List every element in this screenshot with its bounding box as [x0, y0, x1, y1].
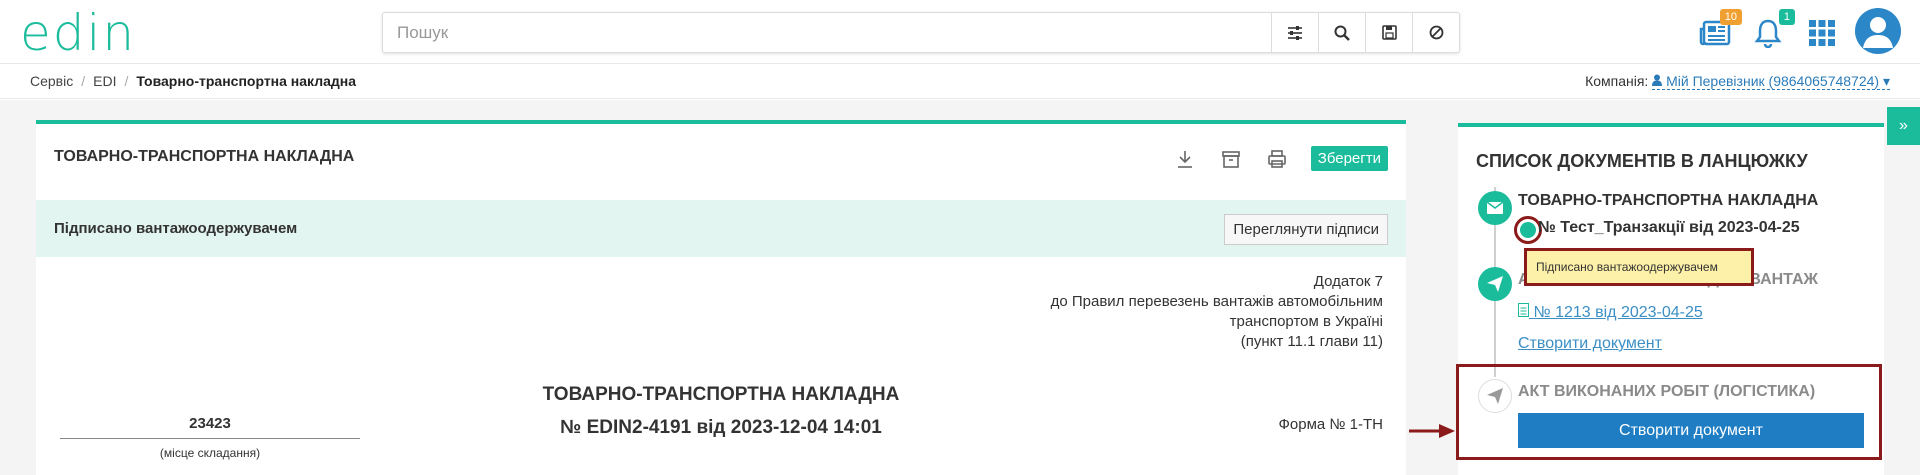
appendix-line: до Правил перевезень вантажів автомобіль…: [1050, 293, 1383, 310]
sliders-icon: [1288, 25, 1302, 40]
save-button[interactable]: Зберегти: [1310, 146, 1388, 171]
document-toolbar: Зберегти: [1173, 146, 1388, 171]
print-button[interactable]: [1265, 147, 1289, 171]
panel-title: ТОВАРНО-ТРАНСПОРТНА НАКЛАДНА: [54, 148, 355, 165]
breadcrumb-service[interactable]: Сервіс: [30, 73, 73, 89]
breadcrumb-current: Товарно-транспортна накладна: [136, 73, 357, 89]
chain-item-2-doc-link[interactable]: № 1213 від 2023-04-25: [1518, 303, 1703, 322]
company-name: Мій Перевізник (9864065748724): [1666, 73, 1880, 89]
breadcrumb: Сервіс / EDI / Товарно-транспортна накла…: [30, 73, 356, 89]
search-button[interactable]: [1318, 13, 1365, 52]
document-status: Підписано вантажоодержувачем: [54, 220, 298, 237]
user-small-icon: [1652, 74, 1663, 86]
notifications-count-badge: 1: [1778, 9, 1795, 25]
breadcrumb-separator: /: [124, 73, 129, 89]
search-icon: [1334, 25, 1350, 41]
paper-plane-icon: [1487, 276, 1503, 292]
breadcrumb-bar: Сервіс / EDI / Товарно-транспортна накла…: [0, 65, 1920, 99]
document-heading: ТОВАРНО-ТРАНСПОРТНА НАКЛАДНА № EDIN2-419…: [496, 378, 946, 444]
download-icon: [1177, 150, 1192, 168]
download-button[interactable]: [1173, 147, 1197, 171]
user-avatar[interactable]: [1855, 8, 1901, 54]
appendix-line: (пункт 11.1 глави 11): [1240, 333, 1383, 350]
view-signatures-button[interactable]: Переглянути підписи: [1224, 214, 1388, 245]
notifications-button[interactable]: 1: [1749, 9, 1795, 52]
appendix-note: Додаток 7 до Правил перевезень вантажів …: [1051, 272, 1383, 352]
collapse-sidebar-button[interactable]: »: [1887, 107, 1920, 145]
archive-button[interactable]: [1219, 147, 1243, 171]
chain-item-2-create-link[interactable]: Створити документ: [1518, 335, 1662, 353]
place-of-compilation-value: 23423: [60, 415, 360, 439]
bell-icon: [1754, 19, 1782, 48]
filter-settings-button[interactable]: [1271, 13, 1318, 52]
document-icon: [1518, 303, 1529, 317]
apps-button[interactable]: [1803, 14, 1841, 52]
grid-icon: [1809, 20, 1835, 46]
status-row: Підписано вантажоодержувачем Переглянути…: [36, 200, 1406, 257]
place-of-compilation-label: (місце складання): [159, 446, 261, 460]
status-tooltip: Підписано вантажоодержувачем: [1524, 248, 1754, 286]
company-dropdown[interactable]: Мій Перевізник (9864065748724) ▾: [1652, 73, 1890, 90]
form-number: Форма № 1-ТН: [1278, 416, 1383, 433]
breadcrumb-separator: /: [81, 73, 86, 89]
user-icon: [1863, 17, 1893, 48]
document-heading-title: ТОВАРНО-ТРАНСПОРТНА НАКЛАДНА: [542, 384, 900, 405]
print-icon: [1267, 149, 1286, 168]
document-panel: ТОВАРНО-ТРАНСПОРТНА НАКЛАДНА Зберегти Пі…: [36, 120, 1406, 475]
chain-panel-title: СПИСОК ДОКУМЕНТІВ В ЛАНЦЮЖКУ: [1476, 151, 1808, 171]
chain-item-2-marker: [1478, 267, 1512, 301]
highlight-box: [1456, 364, 1882, 460]
annotation-arrow-icon: [1409, 424, 1455, 438]
double-chevron-right-icon: »: [1899, 117, 1908, 134]
caret-down-icon: ▾: [1882, 73, 1890, 89]
save-search-button[interactable]: [1365, 13, 1412, 52]
edin-logo[interactable]: edin: [20, 8, 136, 58]
clear-search-button[interactable]: [1412, 13, 1459, 52]
ban-icon: [1429, 25, 1443, 40]
chain-item-2-doc-text: № 1213 від 2023-04-25: [1533, 304, 1703, 321]
archive-icon: [1221, 150, 1240, 168]
chain-item-1-doc[interactable]: № Тест_Транзакції від 2023-04-25: [1538, 219, 1800, 237]
company-label: Компанія:: [1585, 73, 1649, 89]
chain-item-1-marker: [1478, 191, 1512, 225]
search-input[interactable]: [383, 13, 1271, 52]
document-heading-number: № EDIN2-4191 від 2023-12-04 14:01: [560, 417, 882, 438]
top-bar: edin 10 1: [0, 0, 1920, 64]
news-count-badge: 10: [1719, 9, 1742, 25]
company-selector: Компанія: Мій Перевізник (9864065748724)…: [1585, 73, 1890, 90]
breadcrumb-edi[interactable]: EDI: [93, 73, 116, 89]
envelope-icon: [1487, 202, 1503, 214]
chain-item-1-title: ТОВАРНО-ТРАНСПОРТНА НАКЛАДНА: [1518, 192, 1819, 209]
news-button[interactable]: 10: [1696, 9, 1742, 52]
search-bar: [382, 12, 1460, 53]
appendix-line: Додаток 7: [1313, 273, 1383, 290]
floppy-icon: [1381, 25, 1397, 40]
appendix-line: транспортом в Україні: [1229, 313, 1383, 330]
